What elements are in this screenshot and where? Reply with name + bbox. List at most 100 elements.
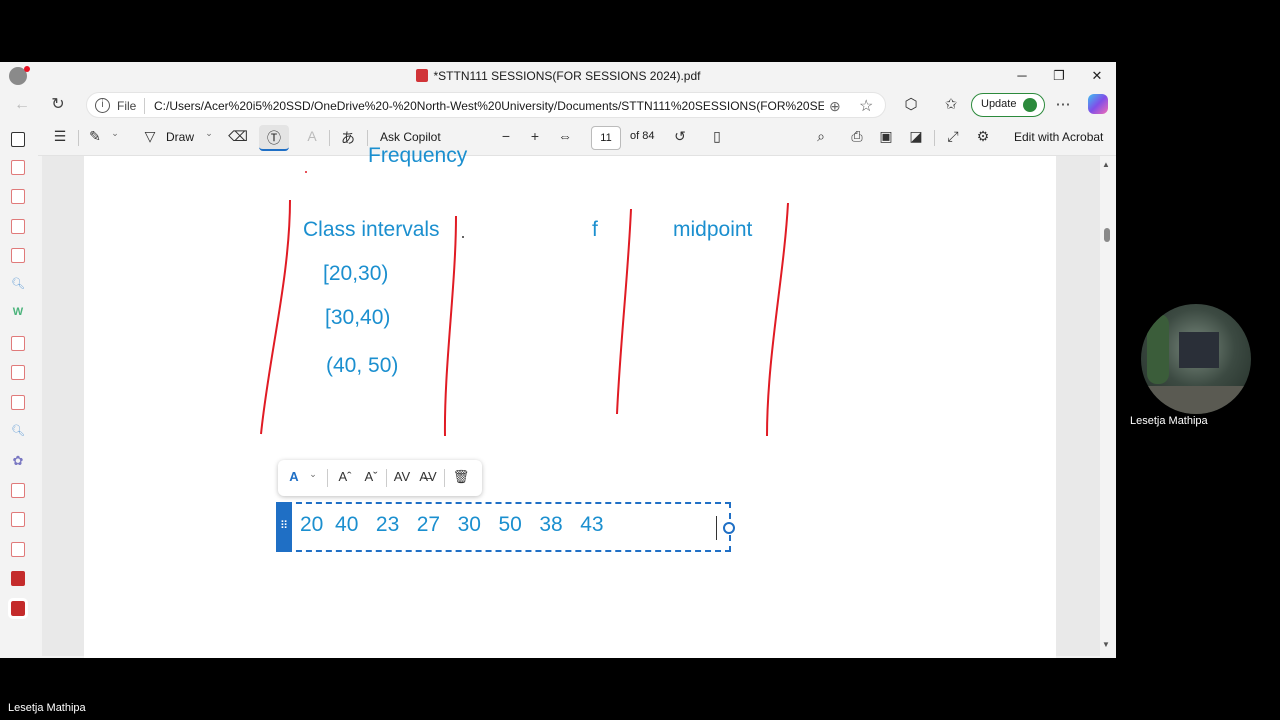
pdf-tab-icon[interactable] bbox=[11, 336, 25, 351]
text-format-toolbar: A ⌄ Aˆ Aˇ AV A̶V 🗑︎ bbox=[278, 460, 482, 496]
zoom-in-icon[interactable]: + bbox=[525, 128, 545, 144]
pdf-tab-icon[interactable] bbox=[11, 189, 25, 204]
translate-icon[interactable]: あ bbox=[338, 128, 358, 148]
video-background-tree bbox=[1147, 314, 1169, 384]
pdf-tab-icon[interactable] bbox=[11, 542, 25, 557]
save-icon[interactable]: ▣ bbox=[876, 128, 896, 145]
minimize-button[interactable]: ─ bbox=[1004, 66, 1040, 86]
vertical-scrollbar[interactable]: ▲ ▼ bbox=[1100, 156, 1116, 658]
search-icon[interactable]: ⌕ bbox=[811, 128, 831, 145]
ink-line bbox=[766, 202, 789, 437]
fullscreen-icon[interactable]: ⤢ bbox=[943, 128, 963, 145]
class-intervals-header: Class intervals bbox=[303, 218, 440, 241]
chevron-down-icon[interactable]: ⌄ bbox=[105, 128, 125, 139]
tab-actions-icon[interactable] bbox=[11, 132, 25, 147]
decrease-font-icon[interactable]: Aˇ bbox=[361, 469, 381, 484]
page-number-input[interactable]: 11 bbox=[591, 126, 621, 150]
highlight-icon[interactable]: ✎ bbox=[85, 128, 105, 145]
settings-gear-icon[interactable]: ⚙ bbox=[973, 128, 993, 145]
decrease-spacing-icon[interactable]: A̶V bbox=[418, 469, 438, 484]
url-scheme-label: File bbox=[117, 99, 137, 113]
favorites-icon[interactable]: ✩ bbox=[941, 95, 961, 115]
resize-handle[interactable] bbox=[723, 522, 735, 534]
rotate-icon[interactable]: ↺ bbox=[670, 128, 690, 145]
pdf-tab-icon[interactable] bbox=[11, 248, 25, 263]
text-color-icon[interactable]: A bbox=[284, 469, 304, 484]
add-text-icon: Ⓣ bbox=[267, 130, 281, 146]
toolbar-divider bbox=[444, 469, 445, 487]
active-pdf-tab-icon[interactable] bbox=[8, 598, 28, 619]
interval-row: (40, 50) bbox=[326, 354, 399, 377]
copilot-icon[interactable] bbox=[1088, 94, 1108, 114]
pdf-page[interactable]: Frequency Class intervals f midpoint [20… bbox=[84, 144, 1056, 658]
increase-spacing-icon[interactable]: AV bbox=[392, 469, 412, 484]
participant-video[interactable] bbox=[1141, 304, 1251, 414]
toolbar-divider bbox=[327, 469, 328, 487]
pdf-tab-icon[interactable] bbox=[11, 571, 25, 586]
scroll-thumb[interactable] bbox=[1104, 228, 1110, 242]
scroll-up-icon[interactable]: ▲ bbox=[1102, 160, 1110, 169]
pdf-tab-icon[interactable] bbox=[11, 512, 25, 527]
url-text[interactable]: C:/Users/Acer%20i5%20SSD/OneDrive%20-%20… bbox=[154, 99, 824, 113]
chevron-down-icon[interactable]: ⌄ bbox=[303, 469, 323, 480]
document-viewer[interactable]: Frequency Class intervals f midpoint [20… bbox=[42, 144, 1100, 658]
page-view-icon[interactable]: ▯ bbox=[707, 128, 727, 145]
participant-name: Lesetja Mathipa bbox=[1130, 415, 1208, 427]
interval-row: [20,30) bbox=[323, 262, 389, 285]
more-menu-icon[interactable]: ⋯ bbox=[1053, 95, 1073, 115]
chevron-down-icon[interactable]: ⌄ bbox=[199, 128, 219, 139]
web-tab-icon[interactable]: W bbox=[11, 306, 25, 321]
selected-text-box[interactable]: ⠿ 20 40 23 27 30 50 38 43 bbox=[276, 502, 735, 552]
zoom-icon[interactable]: ⊕ bbox=[829, 98, 841, 115]
ask-copilot-button[interactable]: Ask Copilot bbox=[380, 130, 441, 144]
address-bar: ← ↻ i File C:/Users/Acer%20i5%20SSD/OneD… bbox=[0, 90, 1116, 120]
pdf-toolbar: ☰ ✎ ⌄ ▽ Draw ⌄ ⌫ Ⓣ A あ Ask Copilot − + ⇔… bbox=[38, 120, 1116, 156]
fit-width-icon[interactable]: ⇔ bbox=[555, 128, 575, 144]
window-title-text: *STTN111 SESSIONS(FOR SESSIONS 2024).pdf bbox=[433, 69, 701, 83]
favorite-star-icon[interactable]: ☆ bbox=[859, 96, 873, 116]
f-header: f bbox=[592, 218, 598, 241]
extensions-icon[interactable]: ⬡ bbox=[901, 95, 921, 115]
page-total-label: of 84 bbox=[630, 130, 655, 142]
ink-dot bbox=[305, 171, 307, 173]
app-tab-icon[interactable]: ✿ bbox=[11, 453, 25, 468]
save-as-icon[interactable]: ◪ bbox=[906, 128, 926, 145]
ink-line bbox=[616, 208, 632, 415]
pdf-tab-icon[interactable] bbox=[11, 219, 25, 234]
zoom-out-icon[interactable]: − bbox=[496, 128, 516, 144]
url-field[interactable]: i File C:/Users/Acer%20i5%20SSD/OneDrive… bbox=[86, 92, 886, 118]
read-aloud-icon[interactable]: A bbox=[302, 128, 322, 144]
delete-trash-icon[interactable]: 🗑︎ bbox=[451, 469, 471, 485]
edit-with-acrobat-button[interactable]: Edit with Acrobat bbox=[1014, 130, 1103, 144]
text-box-content[interactable]: 20 40 23 27 30 50 38 43 bbox=[300, 513, 604, 537]
increase-font-icon[interactable]: Aˆ bbox=[335, 469, 355, 484]
pdf-tab-icon[interactable] bbox=[11, 395, 25, 410]
pdf-tab-icon[interactable] bbox=[11, 365, 25, 380]
video-background-screen bbox=[1179, 332, 1219, 368]
url-divider bbox=[144, 98, 145, 114]
contents-list-icon[interactable]: ☰ bbox=[50, 128, 70, 145]
toolbar-divider bbox=[329, 130, 330, 146]
maximize-button[interactable]: ❐ bbox=[1041, 66, 1077, 86]
pdf-tab-icon[interactable] bbox=[11, 160, 25, 175]
pdf-file-icon bbox=[415, 69, 428, 82]
ink-line bbox=[443, 215, 457, 437]
refresh-icon[interactable]: ↻ bbox=[46, 95, 70, 115]
close-button[interactable]: ✕ bbox=[1079, 66, 1115, 86]
search-tab-icon[interactable]: 🔍︎ bbox=[11, 277, 25, 292]
vertical-tab-strip: 🔍︎ W 🔍︎ ✿ + bbox=[0, 120, 38, 658]
update-button[interactable]: Update bbox=[971, 93, 1045, 117]
print-icon[interactable]: ⎙ bbox=[847, 128, 867, 145]
ink-annotations bbox=[260, 171, 789, 437]
eraser-icon[interactable]: ⌫ bbox=[228, 128, 248, 145]
draw-pen-icon[interactable]: ▽ bbox=[140, 128, 160, 145]
scroll-down-icon[interactable]: ▼ bbox=[1102, 640, 1110, 649]
update-badge-icon bbox=[1023, 98, 1037, 112]
draw-label[interactable]: Draw bbox=[166, 130, 194, 144]
pdf-tab-icon[interactable] bbox=[11, 483, 25, 498]
back-arrow-icon[interactable]: ← bbox=[10, 95, 34, 115]
toolbar-divider bbox=[78, 130, 79, 146]
drag-handle-icon[interactable]: ⠿ bbox=[276, 502, 292, 552]
search-tab-icon[interactable]: 🔍︎ bbox=[11, 424, 25, 439]
info-icon[interactable]: i bbox=[95, 98, 110, 113]
